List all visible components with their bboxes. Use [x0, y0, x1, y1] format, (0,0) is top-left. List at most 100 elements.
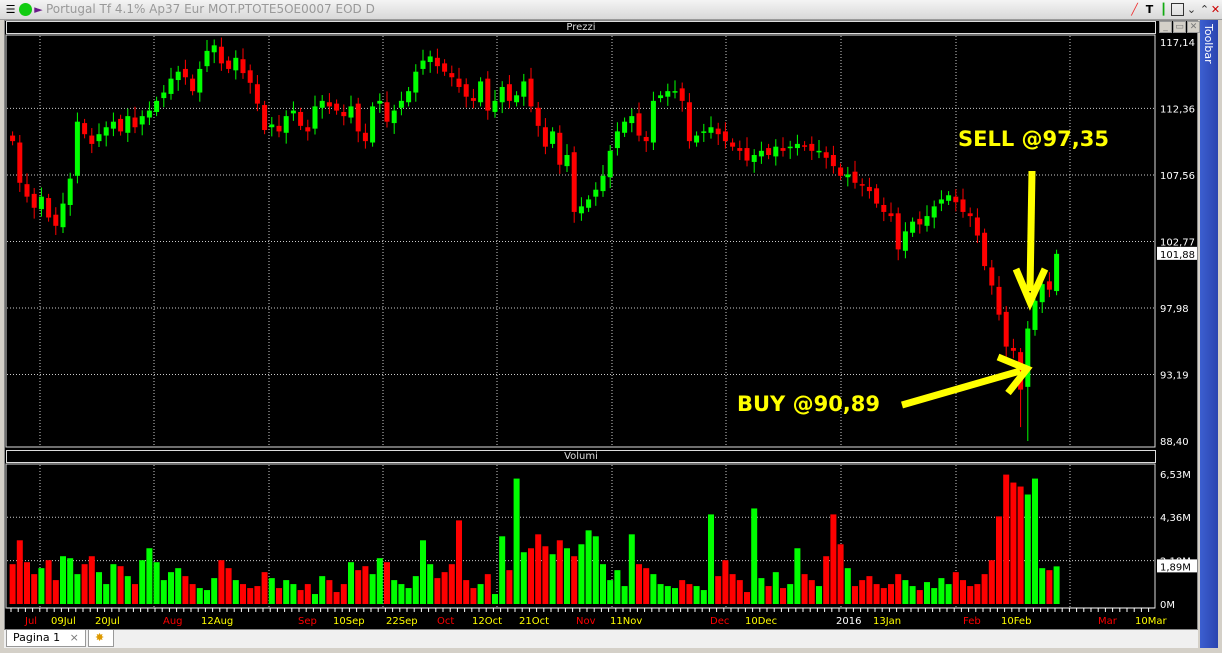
- volume-bar: [578, 544, 585, 604]
- candle-body: [967, 213, 973, 217]
- volume-bar: [484, 574, 491, 604]
- window-icon[interactable]: [1171, 3, 1184, 16]
- volume-bar: [571, 556, 578, 604]
- candlestick: [470, 88, 476, 109]
- candlestick: [737, 140, 743, 161]
- candlestick: [233, 50, 239, 80]
- volume-bar: [1017, 486, 1024, 604]
- candle-body: [384, 102, 390, 122]
- candlestick: [204, 40, 210, 72]
- price-volume-chart[interactable]: 117,14 112,36 107,56 102,77 97,98 93,19 88,40 6…: [5, 21, 1199, 631]
- candle-body: [622, 121, 628, 133]
- candle-body: [161, 92, 167, 99]
- candle-body: [175, 71, 181, 81]
- volume-bar: [441, 572, 448, 604]
- x-axis-label: 13Jan: [873, 616, 901, 627]
- volume-bar: [146, 548, 153, 604]
- menu-icon[interactable]: ☰: [4, 3, 17, 16]
- candlestick: [593, 182, 599, 206]
- new-tab-button[interactable]: ✸: [88, 630, 114, 647]
- play-icon[interactable]: ►: [32, 3, 45, 16]
- volume-bar: [657, 584, 664, 604]
- tab-pagina-1[interactable]: Pagina 1 ×: [6, 630, 86, 647]
- candlestick: [1046, 272, 1052, 298]
- candlestick: [168, 67, 174, 100]
- volume-bar: [240, 584, 246, 604]
- candle-body: [269, 124, 275, 128]
- candle-body: [629, 116, 635, 124]
- candlestick: [226, 56, 232, 74]
- candle-body: [312, 106, 318, 129]
- candle-body: [881, 204, 887, 212]
- volume-bar: [535, 534, 542, 604]
- candle-body: [53, 214, 59, 226]
- candlestick: [607, 145, 613, 189]
- candlestick: [528, 67, 534, 113]
- candlestick: [888, 202, 894, 222]
- text-tool-icon[interactable]: T: [1143, 3, 1156, 16]
- candlestick: [499, 81, 505, 114]
- candlestick: [629, 108, 635, 133]
- volume-bar: [852, 586, 858, 604]
- close-icon[interactable]: ✕: [1209, 3, 1222, 16]
- candlestick: [672, 80, 678, 99]
- candle-body: [542, 127, 548, 147]
- volume-bar: [808, 580, 815, 604]
- status-dot-icon: [19, 3, 32, 16]
- candlestick: [370, 102, 376, 147]
- candlestick: [67, 172, 73, 216]
- x-axis-label: Dec: [710, 616, 729, 627]
- candlestick: [1054, 249, 1060, 296]
- draw-line-icon[interactable]: ╱: [1128, 3, 1141, 16]
- candlestick: [902, 222, 908, 259]
- volume-bar: [88, 556, 95, 604]
- volume-bar: [585, 530, 592, 604]
- candle-body: [377, 100, 383, 104]
- candlestick: [751, 149, 757, 173]
- candle-body: [766, 148, 772, 156]
- volume-bar: [340, 584, 347, 604]
- candlestick: [463, 78, 469, 108]
- candlestick: [809, 136, 815, 161]
- volume-bar: [499, 536, 506, 604]
- candlestick: [60, 192, 66, 234]
- candle-body: [578, 206, 584, 214]
- candle-body: [960, 199, 966, 212]
- chevron-down-icon[interactable]: ⌄: [1185, 3, 1198, 16]
- candlestick: [658, 91, 664, 103]
- toolbar-side-panel[interactable]: Toolbar: [1200, 20, 1218, 648]
- volume-bar: [1024, 494, 1031, 604]
- volume-bar: [650, 574, 657, 604]
- candlestick: [650, 91, 656, 151]
- candlestick: [132, 106, 138, 134]
- volume-bar: [787, 584, 794, 604]
- volume-bar: [434, 578, 441, 604]
- volume-bar: [1010, 482, 1017, 604]
- candlestick: [197, 61, 203, 102]
- volume-bar: [772, 572, 779, 604]
- volume-bar: [664, 586, 671, 604]
- candle-body: [953, 196, 959, 203]
- volume-bar: [528, 548, 534, 604]
- x-axis-label: Nov: [576, 616, 596, 627]
- volume-bar: [312, 594, 318, 604]
- candle-body: [902, 231, 908, 251]
- volume-bar: [38, 568, 45, 604]
- candlestick: [38, 187, 44, 217]
- x-axis-label: 22Sep: [386, 616, 418, 627]
- volume-bar: [384, 562, 390, 604]
- volume-bar: [895, 574, 902, 604]
- candlestick: [506, 75, 512, 109]
- volume-bar: [9, 564, 16, 604]
- candlestick: [816, 140, 822, 159]
- candle-body: [154, 100, 160, 112]
- volume-tick-label: 0M: [1160, 600, 1175, 611]
- volume-bar: [902, 580, 909, 604]
- volume-bar: [268, 578, 275, 604]
- volume-bar: [859, 580, 866, 604]
- indicator-icon[interactable]: ┃: [1157, 3, 1170, 16]
- tab-close-icon[interactable]: ×: [70, 631, 79, 644]
- candlestick: [391, 104, 397, 134]
- candlestick: [449, 65, 455, 87]
- volume-bar: [945, 584, 952, 604]
